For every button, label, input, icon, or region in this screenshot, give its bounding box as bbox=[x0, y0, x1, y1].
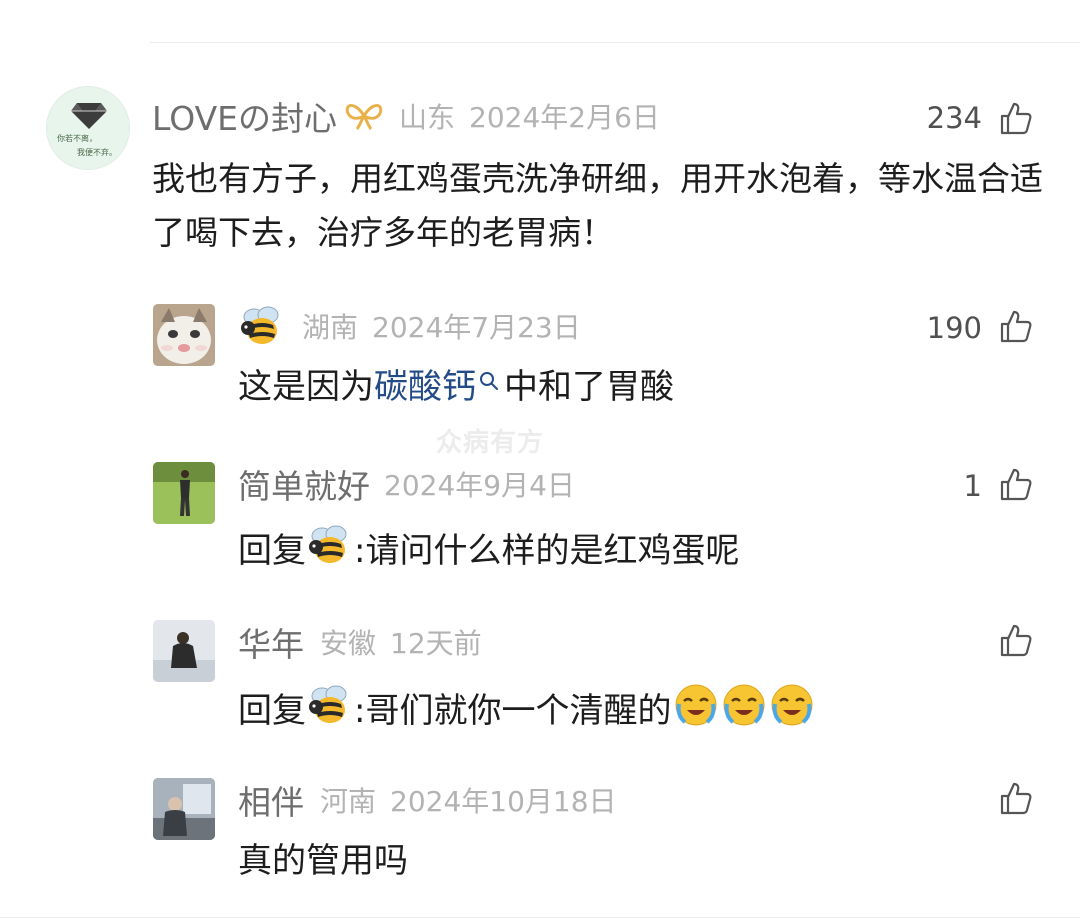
reply-prefix: 回复 bbox=[238, 531, 306, 571]
top-divider bbox=[150, 42, 1080, 43]
thumbs-up-icon[interactable] bbox=[998, 308, 1034, 344]
reply-content: 回复 :请问什么样的是红鸡蛋呢 bbox=[238, 524, 739, 578]
person-crouching-image bbox=[153, 620, 215, 682]
comment-content: 我也有方子，用红鸡蛋壳洗净研细，用开水泡着，等水温合适了喝下去，治疗多年的老胃病… bbox=[152, 159, 1043, 252]
reply-content: 真的管用吗 bbox=[238, 841, 408, 881]
watermark: 众病有方 bbox=[436, 428, 545, 458]
diamond-avatar-image: 你若不离， 我便不弃。 bbox=[47, 87, 129, 169]
person-window-image bbox=[153, 778, 215, 840]
reply-content: 这是因为 碳酸钙 中和了胃酸 bbox=[238, 364, 674, 410]
location: 湖南 bbox=[302, 311, 359, 344]
comment-meta: LOVEの封心 山东 2024年2月6日 bbox=[152, 96, 660, 138]
reply-content: 回复 :哥们就你一个清醒的 bbox=[238, 682, 815, 740]
avatar-person-window[interactable] bbox=[153, 778, 215, 840]
location: 河南 bbox=[320, 785, 377, 818]
thumbs-up-icon[interactable] bbox=[998, 466, 1034, 502]
location: 安徽 bbox=[320, 627, 377, 660]
cat-avatar-image bbox=[153, 304, 215, 366]
loudly-crying-emoji-icon bbox=[673, 682, 719, 740]
reply-meta: 简单就好 2024年9月4日 bbox=[238, 464, 575, 506]
username[interactable]: 相伴 bbox=[238, 776, 304, 824]
reply-prefix: 回复 bbox=[238, 691, 306, 731]
username[interactable]: 简单就好 bbox=[238, 460, 370, 508]
reply-meta: 湖南 2024年7月23日 bbox=[238, 306, 581, 346]
like-count: 190 bbox=[926, 311, 982, 345]
person-on-grass-image bbox=[153, 462, 215, 524]
svg-text:我便不弃。: 我便不弃。 bbox=[77, 147, 117, 157]
loudly-crying-emoji-icon bbox=[721, 682, 767, 740]
thumbs-up-icon[interactable] bbox=[998, 100, 1034, 136]
reply-text: 中和了胃酸 bbox=[504, 367, 674, 407]
date: 12天前 bbox=[390, 627, 482, 660]
reply-meta: 华年 安徽 12天前 bbox=[238, 622, 482, 664]
username[interactable]: LOVEの封心 bbox=[152, 92, 337, 140]
bee-emoji-icon[interactable] bbox=[306, 684, 354, 738]
thumbs-up-icon[interactable] bbox=[998, 780, 1034, 816]
avatar-love[interactable]: 你若不离， 我便不弃。 bbox=[46, 86, 130, 170]
reply-text: 这是因为 bbox=[238, 367, 374, 407]
thumbs-up-icon[interactable] bbox=[998, 622, 1034, 658]
date: 2024年10月18日 bbox=[390, 785, 617, 818]
username[interactable]: 华年 bbox=[238, 618, 304, 666]
bee-emoji-icon[interactable] bbox=[306, 524, 354, 578]
reply-text: :请问什么样的是红鸡蛋呢 bbox=[354, 531, 740, 571]
avatar-grass[interactable] bbox=[153, 462, 215, 524]
bee-emoji-icon[interactable] bbox=[238, 305, 286, 347]
svg-text:你若不离，: 你若不离， bbox=[57, 133, 97, 143]
search-icon[interactable] bbox=[476, 364, 504, 410]
search-link[interactable]: 碳酸钙 bbox=[374, 364, 476, 410]
like-count: 234 bbox=[926, 101, 982, 135]
reply-meta: 相伴 河南 2024年10月18日 bbox=[238, 780, 617, 822]
ribbon-badge-icon bbox=[345, 101, 383, 131]
like-count: 1 bbox=[963, 469, 982, 503]
location: 山东 bbox=[399, 101, 456, 134]
reply-text: :哥们就你一个清醒的 bbox=[354, 691, 672, 731]
loudly-crying-emoji-icon bbox=[769, 682, 815, 740]
avatar-person-snow[interactable] bbox=[153, 620, 215, 682]
date: 2024年7月23日 bbox=[372, 311, 581, 344]
date: 2024年9月4日 bbox=[384, 469, 575, 502]
bottom-divider bbox=[0, 917, 1080, 918]
date: 2024年2月6日 bbox=[469, 101, 660, 134]
avatar-cat[interactable] bbox=[153, 304, 215, 366]
